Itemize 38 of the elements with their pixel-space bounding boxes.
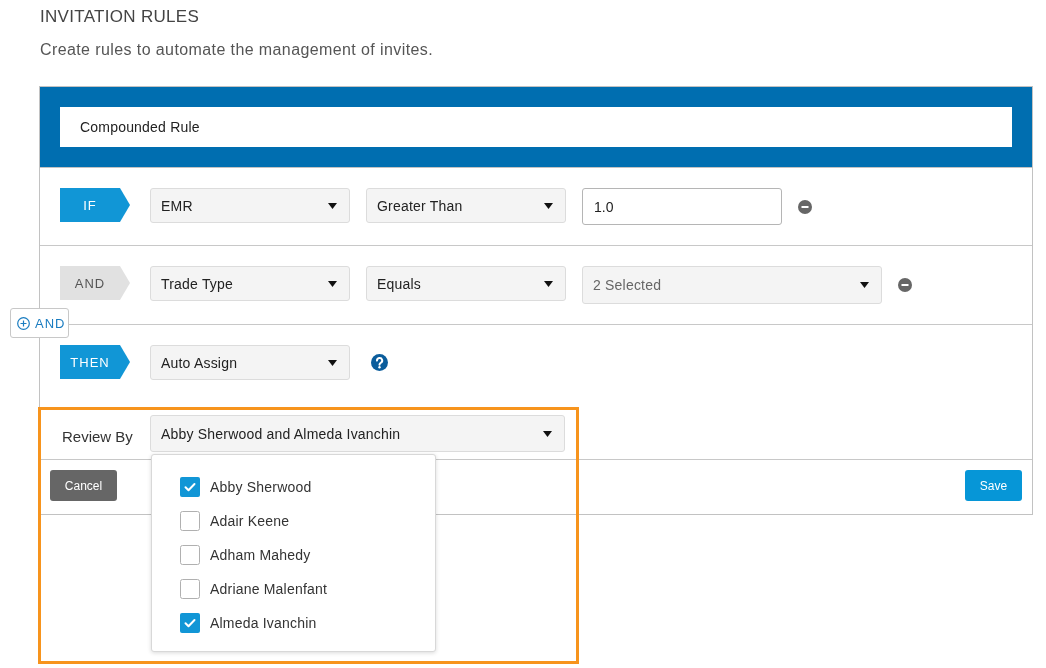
checkbox[interactable] <box>180 511 200 531</box>
reviewer-name[interactable]: Adriane Malenfant <box>210 581 328 597</box>
reviewer-select[interactable]: Abby Sherwood and Almeda Ivanchin <box>150 415 565 452</box>
minus-circle-icon[interactable] <box>898 278 912 292</box>
page-title: INVITATION RULES <box>40 7 200 27</box>
checkbox[interactable] <box>180 477 200 497</box>
checkbox[interactable] <box>180 579 200 599</box>
reviewer-name[interactable]: Abby Sherwood <box>210 479 312 495</box>
plus-circle-icon <box>17 316 30 330</box>
caret-icon <box>543 430 552 437</box>
page-subtitle: Create rules to automate the management of invites. <box>40 40 434 60</box>
rule-tag: THEN <box>60 345 130 379</box>
operator-select[interactable]: Equals <box>366 266 566 301</box>
field-select[interactable]: Trade Type <box>150 266 350 301</box>
caret-icon <box>328 359 337 366</box>
help-icon[interactable] <box>371 354 388 371</box>
rule-tag: AND <box>60 266 130 300</box>
reviewer-name[interactable]: Adham Mahedy <box>210 547 311 563</box>
rule-name-input[interactable]: Compounded Rule <box>60 107 1012 147</box>
cancel-button[interactable]: Cancel <box>50 470 117 501</box>
rule-tag: IF <box>60 188 130 222</box>
reviewer-name[interactable]: Almeda Ivanchin <box>210 615 317 631</box>
field-select[interactable]: EMR <box>150 188 350 223</box>
add-condition-button[interactable]: AND <box>10 308 69 338</box>
action-select[interactable]: Auto Assign <box>150 345 350 380</box>
caret-icon <box>328 280 337 287</box>
operator-select[interactable]: Greater Than <box>366 188 566 223</box>
value-input[interactable]: 1.0 <box>582 188 782 225</box>
minus-circle-icon[interactable] <box>798 199 812 214</box>
caret-icon <box>544 202 553 209</box>
reviewer-name[interactable]: Adair Keene <box>210 513 290 529</box>
caret-icon <box>860 282 869 288</box>
value-select[interactable]: 2 Selected <box>582 266 882 304</box>
checkbox[interactable] <box>180 545 200 565</box>
caret-icon <box>328 202 337 209</box>
review-label: Review By <box>62 427 134 447</box>
checkbox[interactable] <box>180 613 200 633</box>
caret-icon <box>544 280 553 287</box>
